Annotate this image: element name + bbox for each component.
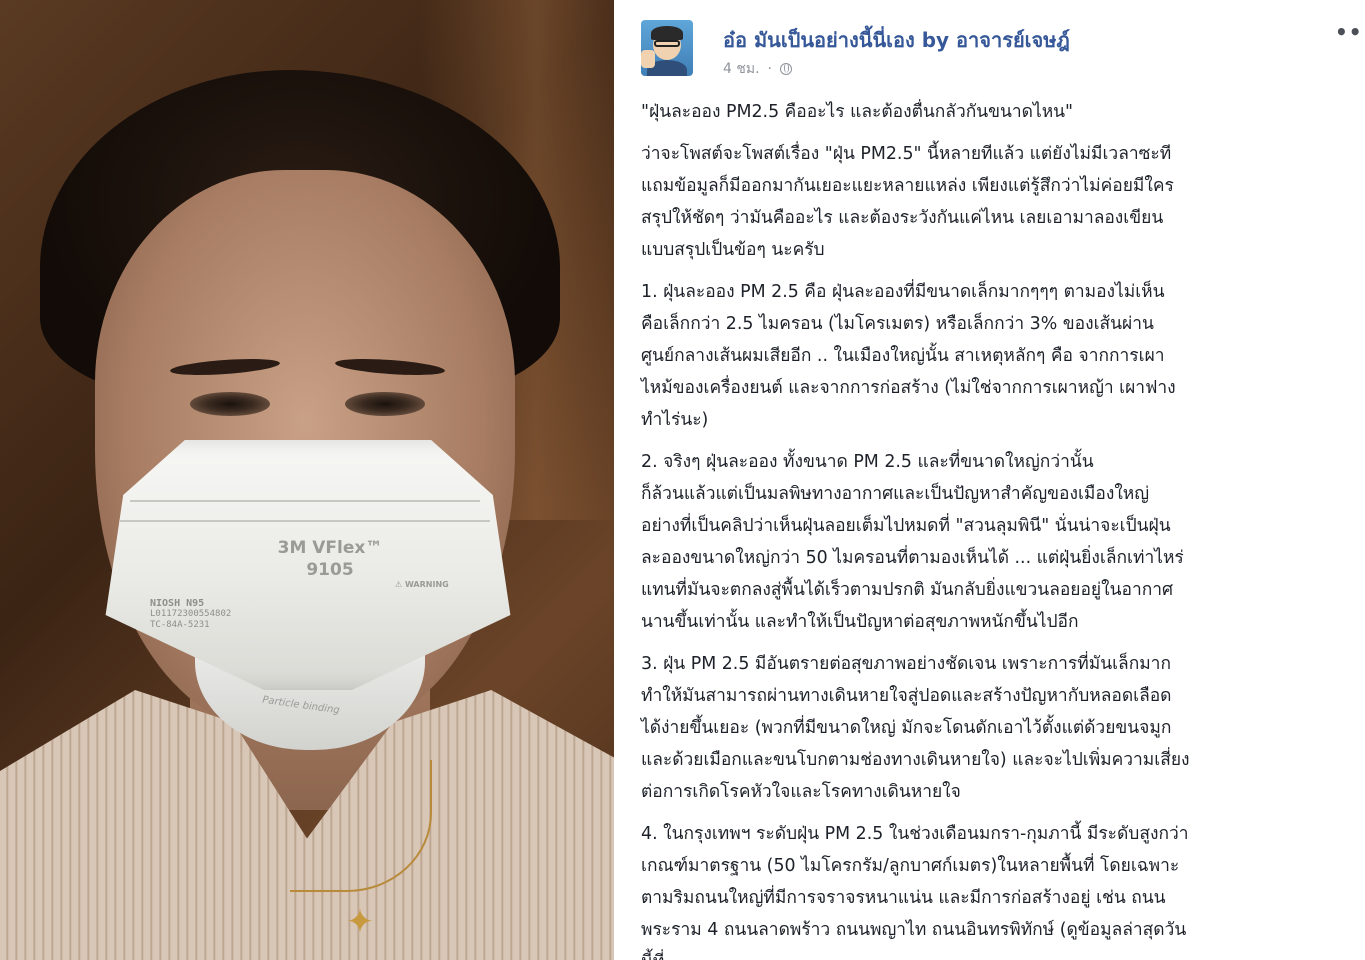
mask-warning: ⚠ WARNING [395, 580, 449, 589]
mask-cert-text: NIOSH N95 L01172300554802 TC-84A-5231 [150, 598, 231, 631]
post-headline: "ฝุ่นละออง PM2.5 คืออะไร และต้องตื่นกลัว… [641, 102, 1074, 122]
mask-brand-text: 3M VFlex™ 9105 [270, 537, 390, 581]
mask-fold-line [130, 500, 480, 502]
post-timestamp[interactable]: 4 ชม. [723, 58, 760, 80]
post-meta: 4 ชม. · [723, 58, 792, 80]
meta-separator: · [767, 61, 772, 77]
post-point-1: 1. ฝุ่นละออง PM 2.5 คือ ฝุ่นละอองที่มีขน… [641, 282, 1176, 430]
globe-icon[interactable] [780, 63, 792, 75]
mask-lot: L01172300554802 TC-84A-5231 [150, 609, 232, 630]
left-eye [190, 392, 270, 416]
post-intro: ว่าจะโพสต์จะโพสต์เรื่อง "ฝุ่น PM2.5" นี้… [641, 144, 1174, 260]
screenshot-frame: 3M VFlex™ 9105 NIOSH N95 L01172300554802… [0, 0, 1365, 960]
mask-brand: 3M VFlex™ [277, 538, 383, 558]
thumbs-up-icon [641, 50, 655, 68]
mask-model: 9105 [306, 560, 354, 580]
facebook-post: อ๋อ มันเป็นอย่างนี้นี่เอง by อาจารย์เจษฎ… [614, 0, 1365, 960]
right-eye [345, 392, 425, 416]
post-point-4: 4. ในกรุงเทพฯ ระดับฝุ่น PM 2.5 ในช่วงเดื… [641, 824, 1189, 960]
post-header: อ๋อ มันเป็นอย่างนี้นี่เอง by อาจารย์เจษฎ… [641, 20, 1365, 80]
post-photo[interactable]: 3M VFlex™ 9105 NIOSH N95 L01172300554802… [0, 0, 614, 960]
avatar-hair [651, 26, 683, 40]
post-point-2: 2. จริงๆ ฝุ่นละออง ทั้งขนาด PM 2.5 และที… [641, 452, 1184, 632]
avatar-glasses [654, 40, 680, 47]
post-body: "ฝุ่นละออง PM2.5 คืออะไร และต้องตื่นกลัว… [641, 96, 1341, 960]
page-name-link[interactable]: อ๋อ มันเป็นอย่างนี้นี่เอง by อาจารย์เจษฎ… [723, 24, 1070, 56]
page-avatar[interactable] [641, 20, 693, 76]
mask-cert: NIOSH N95 [150, 598, 205, 609]
more-options-icon[interactable]: ••• [1335, 22, 1365, 42]
pendant-icon: ✦ [345, 902, 375, 942]
post-point-3: 3. ฝุ่น PM 2.5 มีอันตรายต่อสุขภาพอย่างชั… [641, 654, 1190, 802]
mask-fold-line [120, 520, 490, 522]
